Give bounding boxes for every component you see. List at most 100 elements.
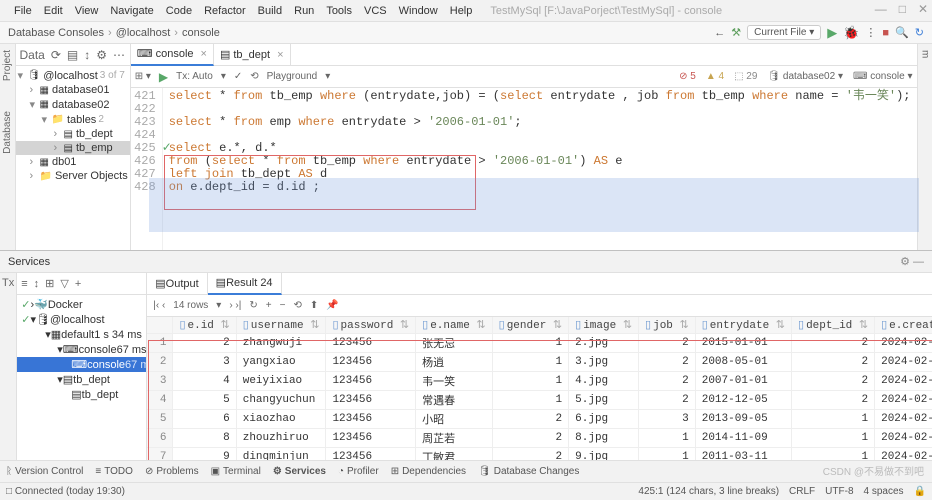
pin-icon[interactable]: 📌 — [326, 300, 338, 311]
reload-icon[interactable]: ↻ — [249, 300, 257, 311]
col-header[interactable]: ▯job ⇅ — [639, 317, 696, 334]
hammer-icon[interactable]: ⚒ — [731, 26, 741, 39]
svc-filter-icon[interactable]: ≡ — [21, 278, 27, 290]
col-header[interactable]: ▯password ⇅ — [326, 317, 416, 334]
result-tab-result[interactable]: ▤ Result 24 — [208, 273, 282, 295]
breadcrumb-a[interactable]: Database Consoles — [8, 27, 104, 39]
menu-code[interactable]: Code — [160, 5, 198, 17]
col-header[interactable]: ▯image ⇅ — [569, 317, 639, 334]
services-gear-icon[interactable]: ⚙ — — [900, 255, 924, 268]
settings-icon[interactable]: ⚙ — [96, 48, 107, 62]
execute-icon[interactable]: ▶ — [159, 70, 168, 84]
collapse-icon[interactable]: ↕ — [84, 48, 90, 62]
svc-collapse-icon[interactable]: ↕ — [34, 278, 40, 290]
col-header[interactable]: ▯username ⇅ — [236, 317, 326, 334]
commit-icon[interactable]: ✓ — [234, 71, 242, 82]
status-enc[interactable]: UTF-8 — [825, 486, 853, 497]
table-row[interactable]: 34weiyixiao123456韦一笑14.jpg22007-01-01220… — [147, 372, 932, 391]
search-icon[interactable]: 🔍 — [895, 26, 909, 39]
editor-tab-tbdept[interactable]: ▤tb_dept× — [214, 44, 291, 66]
sidebar-maven[interactable]: m — [919, 44, 930, 58]
menu-edit[interactable]: Edit — [38, 5, 69, 17]
menu-tools[interactable]: Tools — [320, 5, 358, 17]
debug-icon[interactable]: 🐞 — [843, 25, 859, 41]
status-lock-icon[interactable]: 🔒 — [914, 486, 926, 497]
menu-vcs[interactable]: VCS — [358, 5, 393, 17]
close-tab-icon[interactable]: × — [201, 48, 207, 60]
db-tables[interactable]: tables — [67, 114, 96, 126]
breadcrumb-c[interactable]: console — [182, 27, 220, 39]
revert-icon[interactable]: ⟲ — [293, 300, 301, 311]
more-run-icon[interactable]: ⋮ — [865, 26, 876, 39]
col-header[interactable]: ▯e.id ⇅ — [173, 317, 236, 334]
menu-refactor[interactable]: Refactor — [198, 5, 252, 17]
close-tab-icon[interactable]: × — [277, 49, 283, 61]
table-row[interactable]: 68zhouzhiruo123456周芷若28.jpg12014-11-0912… — [147, 429, 932, 448]
db-picker-icon[interactable]: ⊞ ▾ — [135, 71, 151, 82]
col-header[interactable]: ▯entrydate ⇅ — [695, 317, 791, 334]
editor-tab-console[interactable]: ⌨console× — [131, 44, 214, 66]
status-spaces[interactable]: 4 spaces — [864, 486, 904, 497]
bottom-dbchanges[interactable]: 🛢 Database Changes — [478, 466, 579, 477]
db-tb-dept[interactable]: tb_dept — [76, 128, 113, 140]
next-page-icon[interactable]: › ›| — [229, 300, 241, 311]
db-server-objects[interactable]: Server Objects — [55, 170, 128, 182]
menu-run[interactable]: Run — [288, 5, 320, 17]
table-row[interactable]: 45changyuchun123456常遇春15.jpg22012-12-052… — [147, 391, 932, 410]
menu-file[interactable]: File — [8, 5, 38, 17]
editor-db-selector[interactable]: 🛢 database02 ▾ — [767, 71, 843, 82]
run-icon[interactable]: ▶ — [827, 25, 837, 41]
col-header[interactable]: ▯gender ⇅ — [492, 317, 569, 334]
add-row-icon[interactable]: + — [266, 300, 272, 311]
filter-icon[interactable]: ▤ — [67, 48, 78, 62]
menu-window[interactable]: Window — [393, 5, 444, 17]
rollback-icon[interactable]: ⟲ — [250, 71, 258, 82]
stop-icon[interactable]: ■ — [882, 27, 889, 39]
svc-add-icon[interactable]: + — [75, 278, 81, 290]
bottom-vcs[interactable]: ᚱ Version Control — [6, 466, 83, 477]
svc-tbdept2[interactable]: tb_dept — [82, 389, 119, 401]
svc-localhost[interactable]: @localhost — [50, 314, 105, 326]
db-tb-emp[interactable]: tb_emp — [76, 142, 113, 154]
commit-grid-icon[interactable]: ⬆ — [310, 300, 318, 311]
bottom-problems[interactable]: ⊘ Problems — [145, 466, 199, 477]
menu-navigate[interactable]: Navigate — [104, 5, 159, 17]
back-icon[interactable]: ← — [714, 27, 725, 39]
maximize-icon[interactable]: □ — [899, 2, 906, 16]
sync-icon[interactable]: ↻ — [915, 26, 924, 39]
run-config[interactable]: Current File ▾ — [747, 25, 821, 40]
remove-row-icon[interactable]: − — [280, 300, 286, 311]
table-row[interactable]: 56xiaozhao123456小昭26.jpg32013-09-0512024… — [147, 410, 932, 429]
editor-console-selector[interactable]: ⌨ console ▾ — [853, 71, 913, 82]
bottom-services[interactable]: ⚙ Services — [273, 466, 326, 477]
col-header[interactable]: ▯e.name ⇅ — [416, 317, 493, 334]
svc-docker[interactable]: Docker — [48, 299, 83, 311]
svc-default[interactable]: default — [61, 329, 94, 341]
breadcrumb-b[interactable]: @localhost — [116, 27, 171, 39]
db-db01[interactable]: db01 — [52, 156, 76, 168]
sidebar-database[interactable]: Database — [2, 111, 13, 154]
svc-tree-icon[interactable]: ⊞ — [45, 277, 54, 290]
refresh-icon[interactable]: ⟳ — [51, 48, 61, 62]
more-icon[interactable]: ⋯ — [113, 48, 125, 62]
table-row[interactable]: 23yangxiao123456杨逍13.jpg22008-05-0122024… — [147, 353, 932, 372]
menu-view[interactable]: View — [69, 5, 105, 17]
code-editor[interactable]: 421422423424 425✓ 426427428 select * fro… — [131, 88, 917, 250]
col-header[interactable]: ▯e.create_time ⇅ — [875, 317, 932, 334]
bottom-deps[interactable]: ⊞ Dependencies — [391, 466, 466, 477]
sidebar-project[interactable]: Project — [2, 50, 13, 81]
minimize-icon[interactable]: — — [875, 2, 887, 16]
playground-label[interactable]: Playground — [267, 71, 318, 82]
close-icon[interactable]: ✕ — [918, 2, 928, 16]
bottom-terminal[interactable]: ▣ Terminal — [211, 466, 261, 477]
svc-console[interactable]: console — [79, 344, 117, 356]
tx-mode[interactable]: Tx: Auto — [176, 71, 213, 82]
menu-build[interactable]: Build — [252, 5, 288, 17]
bottom-todo[interactable]: ≡ TODO — [95, 466, 133, 477]
table-row[interactable]: 12zhangwuji123456张无忌12.jpg22015-01-01220… — [147, 334, 932, 353]
bottom-profiler[interactable]: ◔ Profiler — [338, 466, 379, 477]
svc-funnel-icon[interactable]: ▽ — [60, 277, 68, 290]
svc-tbdept[interactable]: tb_dept — [73, 374, 110, 386]
db-root[interactable]: @localhost — [43, 70, 98, 82]
menu-help[interactable]: Help — [444, 5, 479, 17]
